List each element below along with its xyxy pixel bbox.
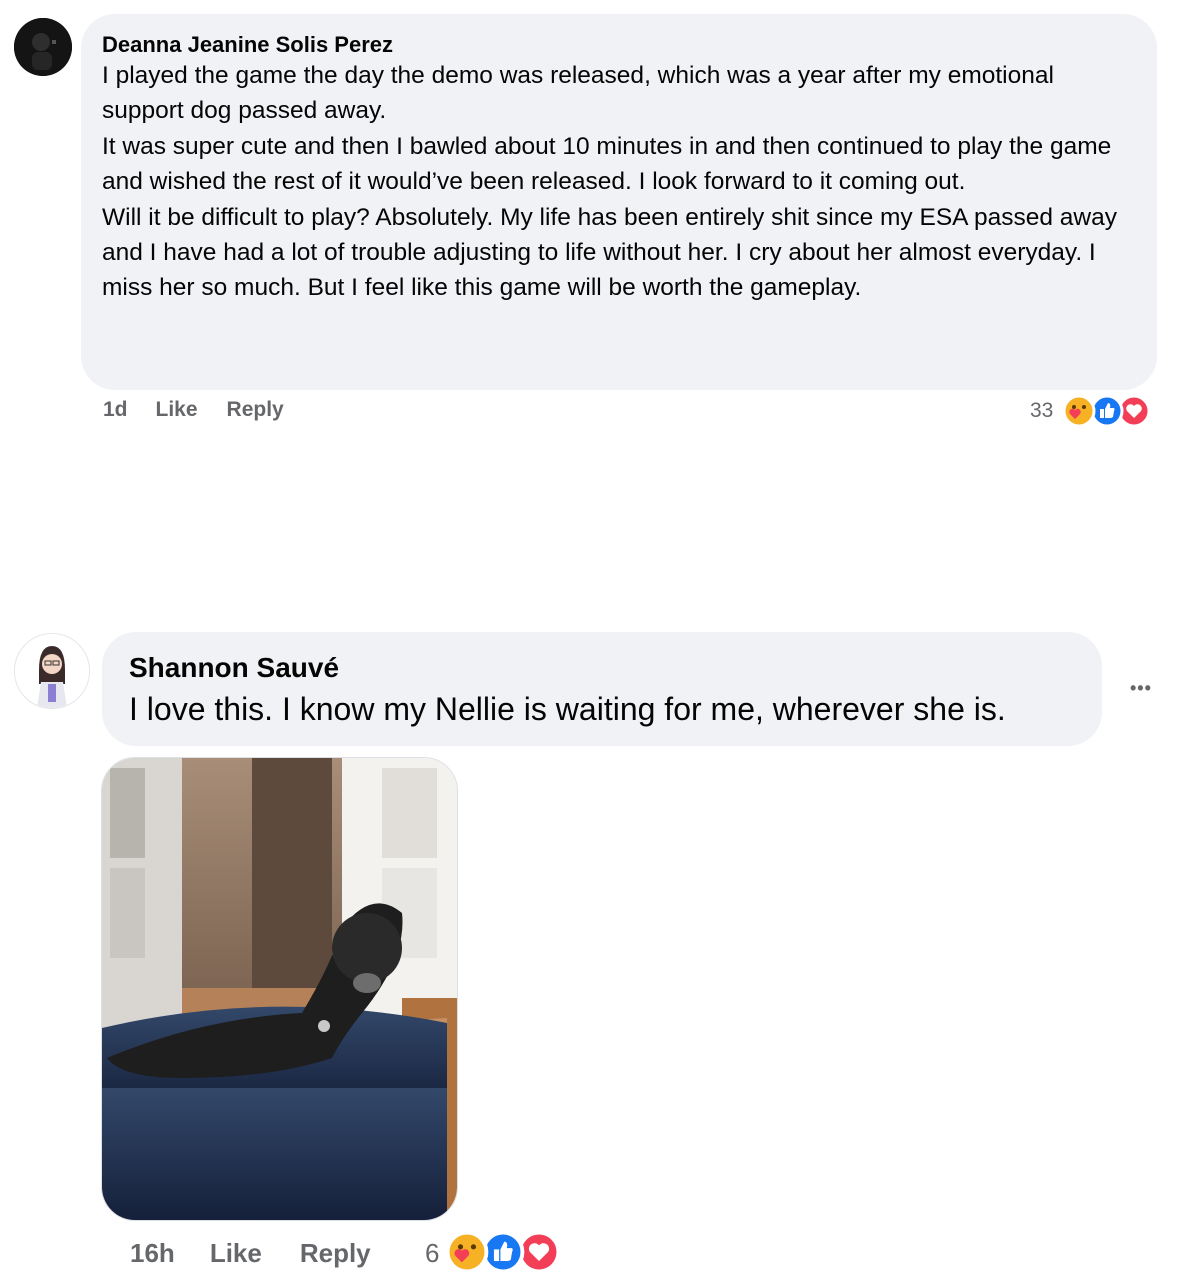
comment-author[interactable]: Deanna Jeanine Solis Perez xyxy=(102,32,393,58)
avatar-image xyxy=(14,18,72,76)
comment-text: I love this. I know my Nellie is waiting… xyxy=(129,691,1006,727)
comment-text: I played the game the day the demo was r… xyxy=(102,58,1132,306)
care-icon xyxy=(445,1230,489,1274)
reaction-count[interactable]: 6 xyxy=(425,1238,439,1269)
reaction-count[interactable]: 33 xyxy=(1030,399,1053,423)
comment-actions: 1d Like Reply xyxy=(103,398,284,422)
commenter-avatar[interactable] xyxy=(14,633,90,709)
reaction-icons[interactable] xyxy=(1062,394,1154,428)
like-button[interactable]: Like xyxy=(156,398,198,422)
avatar-image xyxy=(15,634,89,708)
reply-button[interactable]: Reply xyxy=(300,1238,371,1269)
comment-paragraph: It was super cute and then I bawled abou… xyxy=(102,132,1112,196)
comment-paragraph: I played the game the day the demo was r… xyxy=(102,62,1054,125)
comment-paragraph: Will it be difficult to play? Absolutely… xyxy=(102,203,1117,302)
comment-bubble: Deanna Jeanine Solis Perez I played the … xyxy=(81,14,1157,390)
like-button[interactable]: Like xyxy=(210,1238,262,1269)
comment-photo[interactable] xyxy=(101,757,458,1221)
dog-photo-image xyxy=(102,758,457,1220)
more-options-button[interactable]: ••• xyxy=(1130,678,1152,699)
care-icon xyxy=(1062,394,1096,428)
comment-author[interactable]: Shannon Sauvé xyxy=(129,652,339,684)
comment-timestamp[interactable]: 16h xyxy=(130,1238,175,1269)
comment-timestamp[interactable]: 1d xyxy=(103,398,128,422)
reply-button[interactable]: Reply xyxy=(227,398,284,422)
comment-actions: 16h Like Reply xyxy=(130,1238,371,1269)
commenter-avatar[interactable] xyxy=(14,18,72,76)
reaction-icons[interactable] xyxy=(445,1230,565,1274)
comment-bubble: Shannon Sauvé I love this. I know my Nel… xyxy=(102,632,1102,746)
